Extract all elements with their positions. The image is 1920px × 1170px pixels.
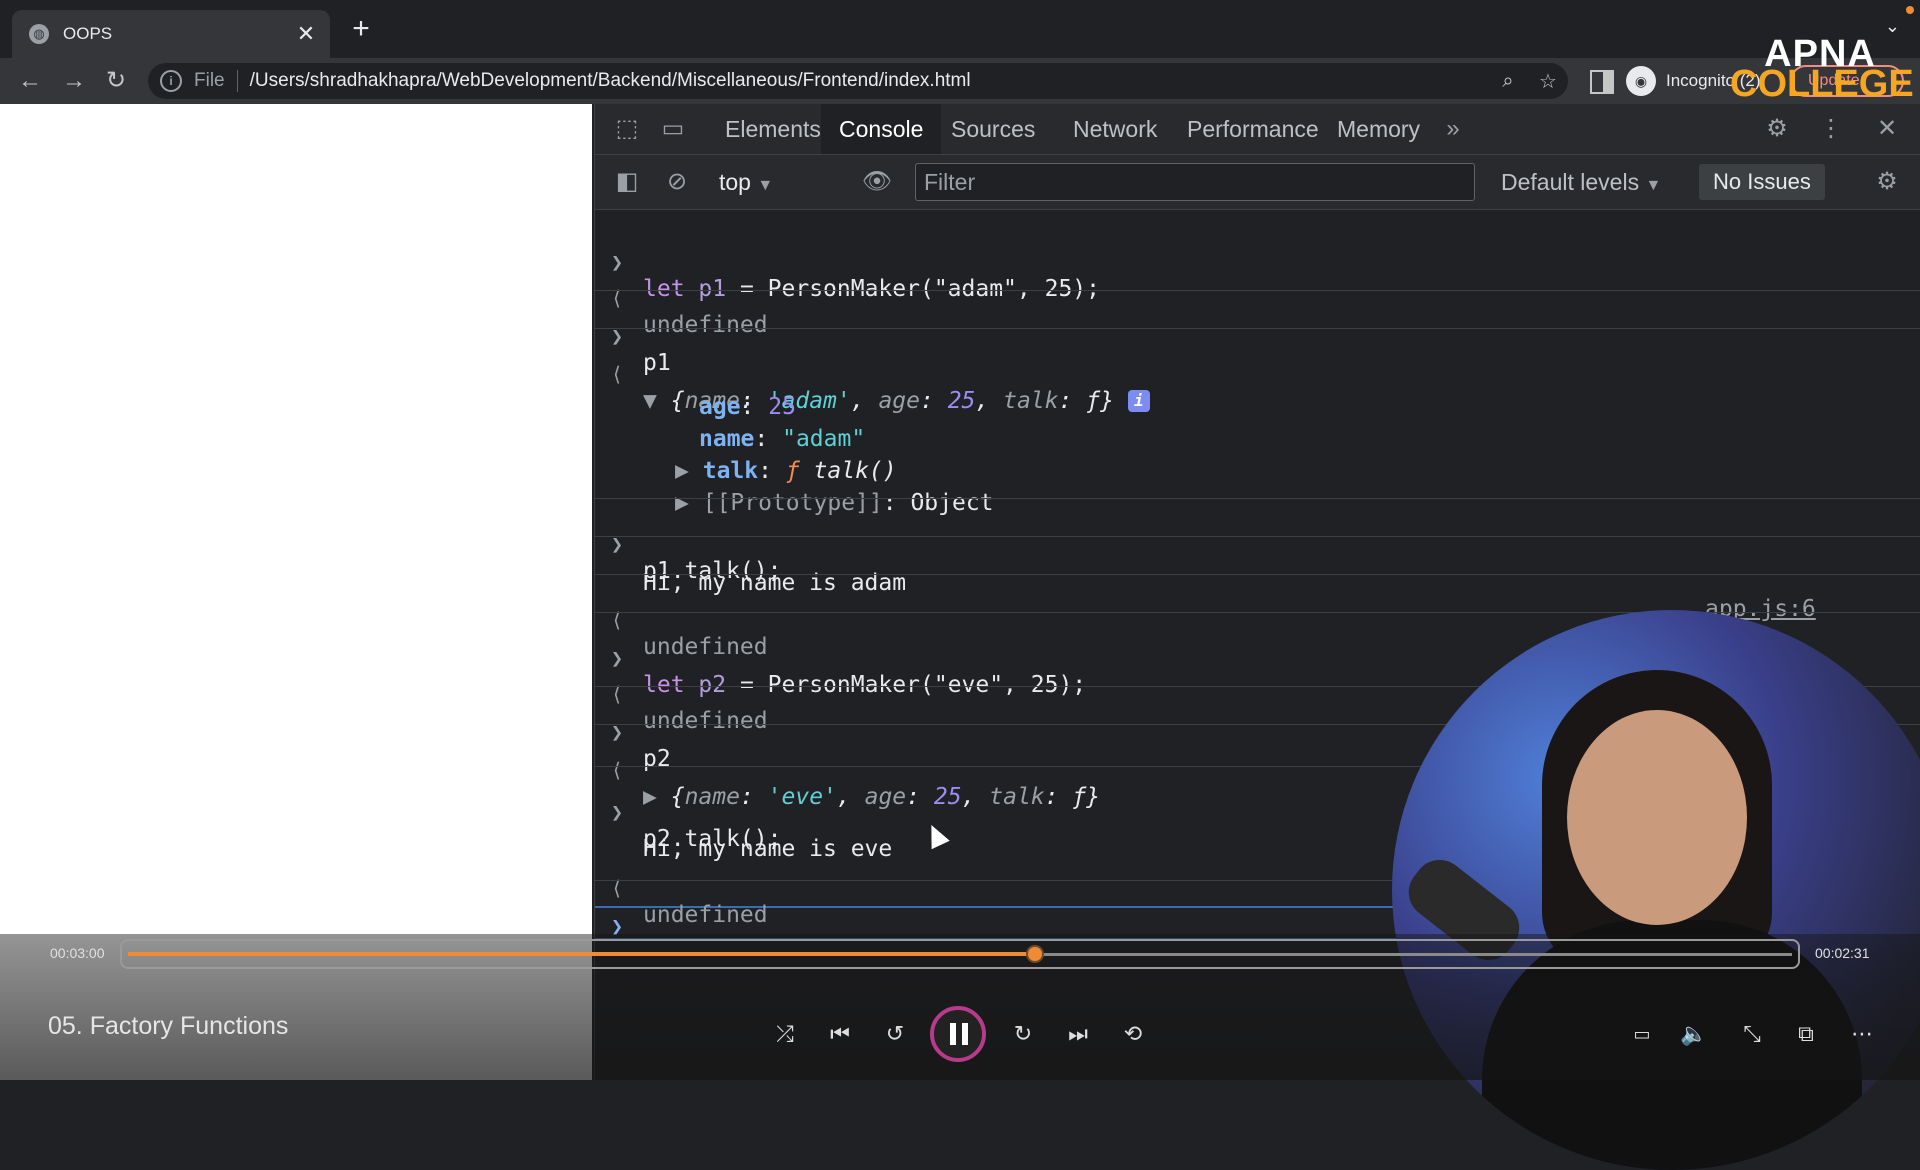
url-scheme: File bbox=[194, 70, 225, 91]
rewind-icon[interactable]: ↺ bbox=[875, 1014, 915, 1054]
seek-progress bbox=[128, 952, 1035, 956]
browser-toolbar: ← → ↻ i File /Users/shradhakhapra/WebDev… bbox=[0, 58, 1920, 104]
devtools-tabbar: ⬚ ▭ Elements Console Sources Network Per… bbox=[595, 104, 1920, 155]
device-toolbar-icon[interactable]: ▭ bbox=[651, 104, 695, 154]
video-player-controls: 00:03:00 00:02:31 05. Factory Functions … bbox=[0, 934, 1920, 1080]
console-settings-gear-icon[interactable]: ⚙ bbox=[1865, 155, 1909, 209]
url-text[interactable]: /Users/shradhakhapra/WebDevelopment/Back… bbox=[250, 70, 1488, 92]
skip-next-icon[interactable]: ⏭ bbox=[1058, 1014, 1098, 1054]
current-time: 00:03:00 bbox=[50, 945, 105, 961]
settings-gear-icon[interactable]: ⚙ bbox=[1755, 104, 1799, 154]
tab-sources[interactable]: Sources bbox=[933, 104, 1053, 154]
tab-network[interactable]: Network bbox=[1055, 104, 1175, 154]
more-options-icon[interactable]: ⋯ bbox=[1842, 1014, 1882, 1054]
reload-icon[interactable]: ↻ bbox=[96, 58, 136, 104]
tab-memory[interactable]: Memory bbox=[1319, 104, 1438, 154]
context-selector[interactable]: top ▼ bbox=[719, 163, 773, 201]
row-divider bbox=[595, 612, 1920, 613]
shuffle-icon[interactable]: ⤮ bbox=[765, 1014, 805, 1054]
more-tabs-icon[interactable]: » bbox=[1431, 104, 1475, 154]
incognito-icon: ◉ bbox=[1626, 66, 1656, 96]
tab-performance[interactable]: Performance bbox=[1169, 104, 1337, 154]
log-levels-dropdown[interactable]: Default levels ▼ bbox=[1501, 163, 1661, 201]
back-icon[interactable]: ← bbox=[10, 58, 50, 104]
tab-strip: ◍ OOPS ✕ + ⌄ bbox=[0, 0, 1920, 58]
clear-console-icon[interactable]: ⊘ bbox=[655, 155, 699, 209]
filter-input[interactable]: Filter bbox=[915, 163, 1475, 201]
zoom-icon[interactable]: ⌕ bbox=[1488, 70, 1528, 93]
seek-handle[interactable] bbox=[1025, 945, 1044, 963]
volume-icon[interactable]: 🔈 bbox=[1674, 1014, 1714, 1054]
new-tab-button[interactable]: + bbox=[344, 12, 378, 46]
skip-previous-icon[interactable]: ⏮ bbox=[820, 1014, 860, 1054]
end-time: 00:02:31 bbox=[1815, 945, 1870, 961]
globe-icon: ◍ bbox=[29, 24, 49, 44]
presenter-face bbox=[1567, 710, 1747, 925]
row-divider bbox=[595, 498, 1920, 499]
forward-icon[interactable]: → bbox=[54, 58, 94, 104]
console-toolbar: ◧ ⊘ top ▼ 👁 Filter Default levels ▼ No I… bbox=[595, 155, 1920, 210]
tab-search-chevron-icon[interactable]: ⌄ bbox=[1885, 16, 1900, 37]
bookmark-star-icon[interactable]: ☆ bbox=[1528, 69, 1568, 94]
address-bar[interactable]: i File /Users/shradhakhapra/WebDevelopme… bbox=[148, 63, 1568, 99]
inspect-element-icon[interactable]: ⬚ bbox=[605, 104, 649, 154]
video-title: 05. Factory Functions bbox=[48, 1012, 289, 1040]
tab-console[interactable]: Console bbox=[821, 104, 942, 154]
close-devtools-icon[interactable]: ✕ bbox=[1865, 104, 1909, 154]
close-tab-icon[interactable]: ✕ bbox=[292, 21, 320, 47]
notification-dot bbox=[1906, 6, 1914, 14]
picture-in-picture-icon[interactable]: ⧉ bbox=[1786, 1014, 1826, 1054]
channel-logo: APNA COLLEGE bbox=[1730, 35, 1914, 105]
context-label: top bbox=[719, 169, 751, 195]
exit-fullscreen-icon[interactable]: ⤡ bbox=[1732, 1014, 1772, 1054]
live-expression-eye-icon[interactable]: 👁 bbox=[855, 155, 899, 209]
dropdown-caret-icon: ▼ bbox=[1645, 177, 1662, 194]
logo-line2: COLLEGE bbox=[1730, 63, 1914, 105]
repeat-icon[interactable]: ⟲ bbox=[1113, 1014, 1153, 1054]
sidebar-toggle-icon[interactable]: ◧ bbox=[605, 155, 649, 209]
row-divider bbox=[595, 574, 1920, 575]
issues-button[interactable]: No Issues bbox=[1699, 164, 1825, 200]
row-divider bbox=[595, 536, 1920, 537]
tab-title: OOPS bbox=[63, 24, 113, 43]
browser-tab[interactable]: ◍ OOPS ✕ bbox=[12, 10, 330, 58]
pause-button[interactable] bbox=[930, 1006, 986, 1062]
site-info-icon[interactable]: i bbox=[160, 70, 182, 92]
presenter-webcam bbox=[1392, 610, 1920, 1170]
row-divider bbox=[595, 290, 1920, 291]
url-divider bbox=[236, 70, 238, 92]
kebab-menu-icon[interactable]: ⋮ bbox=[1809, 104, 1853, 154]
tab-elements[interactable]: Elements bbox=[707, 104, 839, 154]
fast-forward-icon[interactable]: ↻ bbox=[1003, 1014, 1043, 1054]
levels-label: Default levels bbox=[1501, 169, 1640, 195]
dropdown-caret-icon: ▼ bbox=[757, 177, 774, 194]
subtitles-icon[interactable]: ▭ bbox=[1622, 1014, 1662, 1054]
row-divider bbox=[595, 328, 1920, 329]
side-panel-icon[interactable] bbox=[1590, 70, 1614, 94]
